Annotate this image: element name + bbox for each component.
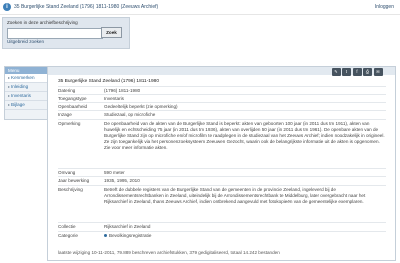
field-value: Studiezaal, op microfiche	[104, 112, 156, 117]
twitter-icon[interactable]: t	[342, 68, 351, 76]
category-link[interactable]: Bevolkingsregistratie	[109, 233, 151, 238]
field-value: 1935, 1995, 2010	[104, 178, 140, 183]
arrow-icon: ▸	[8, 102, 11, 107]
field-value: Bevolkingsregistratie	[104, 233, 386, 239]
arrow-icon: ▸	[8, 93, 11, 98]
field-value: Betreft de dubbele registers van de Burg…	[104, 187, 366, 204]
advanced-search-link[interactable]: Uitgebreid zoeken	[7, 39, 44, 44]
info-logo-icon: i	[3, 3, 11, 11]
sidebar-menu: Menu ▸Kenmerken ▸Inleiding ▸Inventaris ▸…	[4, 66, 48, 120]
sidebar-item-label: Bijlage	[11, 102, 25, 107]
arrow-icon: ▸	[8, 75, 11, 80]
sidebar-item-kenmerken[interactable]: ▸Kenmerken	[5, 74, 47, 83]
record-panel: ✎ t f ⎙ ✉ 35 Burgerlijke Stand Zeeland (1796…	[47, 66, 396, 261]
sidebar-item-label: Inleiding	[11, 84, 29, 89]
search-button[interactable]: Zoek	[101, 27, 122, 38]
sidebar-item-bijlage[interactable]: ▸Bijlage	[5, 101, 47, 110]
field-label: Inzage	[58, 112, 72, 117]
top-bar: i 35 Burgerlijke Stand Zeeland (1796) 18…	[0, 0, 400, 15]
field-label: Jaar bewerking	[58, 178, 90, 183]
field-label: Opmerking	[58, 121, 81, 126]
field-value[interactable]: Rijksarchief in Zeeland	[104, 224, 386, 230]
print-icon[interactable]: ⎙	[363, 68, 372, 76]
field-row-beschrijving: Beschrijving Betreft de dubbele register…	[58, 185, 386, 223]
field-label: Toegangstype	[58, 96, 87, 101]
share-icon[interactable]: ✎	[331, 68, 341, 76]
field-row-categorie: Categorie Bevolkingsregistratie	[58, 231, 386, 249]
field-label: Omvang	[58, 170, 76, 175]
bullet-icon	[104, 234, 107, 238]
field-label: Datering	[58, 88, 76, 93]
field-label: Openbaarheid	[58, 104, 88, 109]
page-title: 35 Burgerlijke Stand Zeeland (1796) 1811…	[14, 4, 159, 10]
search-label: Zoeken in deze archiefbeschrijving	[7, 20, 78, 25]
field-label: Categorie	[58, 233, 78, 238]
field-value: De openbaarheid van de akten van de Burg…	[104, 121, 385, 150]
sidebar-item-label: Inventaris	[11, 93, 31, 98]
arrow-icon: ▸	[8, 84, 11, 89]
sidebar-item-label: Kenmerken	[11, 75, 35, 80]
search-input[interactable]	[7, 28, 103, 39]
share-toolbar: ✎ t f ⎙ ✉	[330, 68, 383, 76]
facebook-icon[interactable]: f	[352, 68, 362, 76]
field-row-opmerking: Opmerking De openbaarheid van de akten v…	[58, 119, 386, 169]
search-panel: Zoeken in deze archiefbeschrijving Zoek …	[2, 17, 130, 49]
login-link[interactable]: Inloggen	[375, 4, 394, 10]
email-icon[interactable]: ✉	[373, 68, 383, 76]
sidebar-item-inleiding[interactable]: ▸Inleiding	[5, 83, 47, 92]
footer-status: laatste wijziging 10-11-2011, 79.889 bes…	[58, 250, 280, 255]
field-label: Beschrijving	[58, 187, 83, 192]
field-label: Collectie	[58, 224, 76, 229]
menu-header: Menu	[5, 67, 47, 74]
record-title: 35 Burgerlijke Stand Zeeland (1796) 1811…	[58, 79, 159, 84]
sidebar-item-inventaris[interactable]: ▸Inventaris	[5, 92, 47, 101]
